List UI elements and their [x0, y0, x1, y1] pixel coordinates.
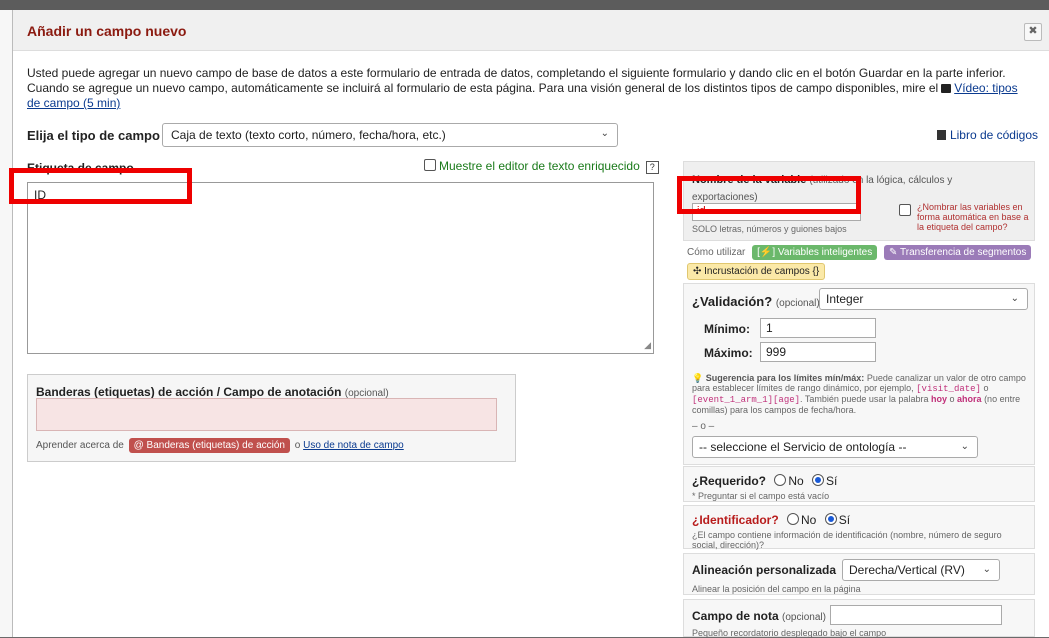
- annotation-panel: Banderas (etiquetas) de acción / Campo d…: [27, 374, 516, 462]
- field-note-label: Campo de nota (opcional): [692, 609, 826, 623]
- required-yes-radio[interactable]: [812, 474, 825, 486]
- highlight-box-label: [9, 168, 192, 204]
- or-separator: – o –: [692, 421, 715, 432]
- alignment-hint: Alinear la posición del campo en la pági…: [692, 584, 861, 594]
- min-value: 1: [766, 321, 773, 335]
- piping-button[interactable]: ✎ Transferencia de segmentos: [884, 245, 1032, 260]
- intro-text: Usted puede agregar un nuevo campo de ba…: [27, 66, 1027, 111]
- validation-label: ¿Validación? (opcional): [692, 294, 820, 309]
- howto-row: Cómo utilizar [⚡] Variables inteligentes…: [687, 245, 1032, 260]
- lightbulb-icon: 💡: [692, 373, 704, 383]
- minmax-tip: 💡 Sugerencia para los límites mín/máx: P…: [692, 373, 1026, 415]
- alignment-label: Alineación personalizada: [692, 563, 837, 577]
- background-toolbar: [0, 0, 1049, 10]
- required-panel: ¿Requerido? No Sí * Preguntar si el camp…: [683, 466, 1035, 502]
- field-label-textarea[interactable]: ID ◢: [27, 182, 654, 354]
- max-value: 999: [766, 345, 787, 359]
- field-note-input[interactable]: [830, 605, 1002, 625]
- identifier-yes-radio[interactable]: [824, 513, 837, 525]
- highlight-box-variable: [677, 176, 861, 214]
- max-label: Máximo:: [704, 346, 753, 360]
- validation-panel: ¿Validación? (opcional) Integer ⌄ Mínimo:…: [683, 283, 1035, 465]
- validation-value: Integer: [826, 292, 864, 306]
- auto-name-checkbox[interactable]: [899, 204, 911, 216]
- rich-text-label: Muestre el editor de texto enriquecido: [439, 159, 640, 173]
- close-icon: ✖: [1028, 25, 1038, 37]
- action-tags-button[interactable]: @ Banderas (etiquetas) de acción: [128, 438, 290, 453]
- alignment-select[interactable]: Derecha/Vertical (RV) ⌄: [842, 559, 1000, 581]
- dialog-title: Añadir un campo nuevo: [27, 23, 187, 39]
- identifier-no-radio[interactable]: [787, 513, 800, 525]
- rich-text-checkbox[interactable]: [424, 159, 436, 171]
- variable-name-hint: SOLO letras, números y guiones bajos: [692, 224, 847, 234]
- help-icon[interactable]: ?: [645, 161, 659, 174]
- identifier-panel: ¿Identificador? No Sí ¿El campo contiene…: [683, 505, 1035, 550]
- background-page-edge: [0, 10, 12, 637]
- chevron-down-icon: ⌄: [960, 441, 969, 452]
- annotation-title: Banderas (etiquetas) de acción / Campo d…: [36, 385, 389, 399]
- chevron-down-icon: ⌄: [1010, 293, 1019, 304]
- add-field-dialog: Añadir un campo nuevo ✖ Usted puede agre…: [9, 10, 1049, 638]
- ontology-select[interactable]: -- seleccione el Servicio de ontología -…: [692, 436, 978, 458]
- intro-paragraph: Usted puede agregar un nuevo campo de ba…: [27, 66, 1006, 95]
- annotation-input[interactable]: [36, 398, 497, 431]
- validation-select[interactable]: Integer ⌄: [819, 288, 1028, 310]
- smart-variables-button[interactable]: [⚡] Variables inteligentes: [752, 245, 878, 260]
- alignment-panel: Alineación personalizada Derecha/Vertica…: [683, 553, 1035, 595]
- learn-prefix: Aprender acerca de: [36, 440, 124, 451]
- field-type-select[interactable]: Caja de texto (texto corto, número, fech…: [162, 123, 618, 147]
- identifier-label: ¿Identificador? No Sí: [692, 513, 851, 527]
- field-note-usage-link[interactable]: Uso de nota de campo: [303, 440, 404, 451]
- codebook-link[interactable]: Libro de códigos: [936, 128, 1038, 142]
- chevron-down-icon: ⌄: [982, 564, 991, 575]
- ontology-value: -- seleccione el Servicio de ontología -…: [699, 440, 907, 454]
- max-input[interactable]: 999: [760, 342, 876, 362]
- identifier-hint: ¿El campo contiene información de identi…: [692, 530, 1002, 550]
- film-icon: [941, 84, 952, 93]
- auto-name-option[interactable]: ¿Nombrar las variables en forma automáti…: [899, 202, 1034, 232]
- field-note-panel: Campo de nota (opcional) Pequeño recorda…: [683, 599, 1035, 638]
- auto-name-label: ¿Nombrar las variables en forma automáti…: [917, 202, 1029, 232]
- annotation-footer: Aprender acerca de @ Banderas (etiquetas…: [36, 438, 404, 453]
- book-icon: [936, 130, 946, 140]
- alignment-value: Derecha/Vertical (RV): [849, 563, 965, 577]
- required-label: ¿Requerido? No Sí: [692, 474, 838, 488]
- field-embedding-button[interactable]: ✣ Incrustación de campos {}: [687, 263, 826, 280]
- required-no-radio[interactable]: [774, 474, 787, 486]
- embed-row: ✣ Incrustación de campos {}: [687, 261, 826, 280]
- dialog-titlebar: Añadir un campo nuevo ✖: [13, 10, 1049, 51]
- codebook-label: Libro de códigos: [949, 128, 1038, 142]
- howto-label: Cómo utilizar: [687, 247, 746, 258]
- min-input[interactable]: 1: [760, 318, 876, 338]
- resize-handle-icon[interactable]: ◢: [644, 340, 651, 351]
- field-type-value: Caja de texto (texto corto, número, fech…: [171, 128, 446, 142]
- close-button[interactable]: ✖: [1024, 23, 1042, 41]
- required-hint: * Preguntar si el campo está vacío: [692, 491, 830, 501]
- or-text: o: [294, 440, 301, 451]
- min-label: Mínimo:: [704, 322, 750, 336]
- rich-text-toggle[interactable]: Muestre el editor de texto enriquecido?: [424, 159, 659, 174]
- field-type-label: Elija el tipo de campo: [27, 128, 160, 143]
- chevron-down-icon: ⌄: [600, 128, 609, 139]
